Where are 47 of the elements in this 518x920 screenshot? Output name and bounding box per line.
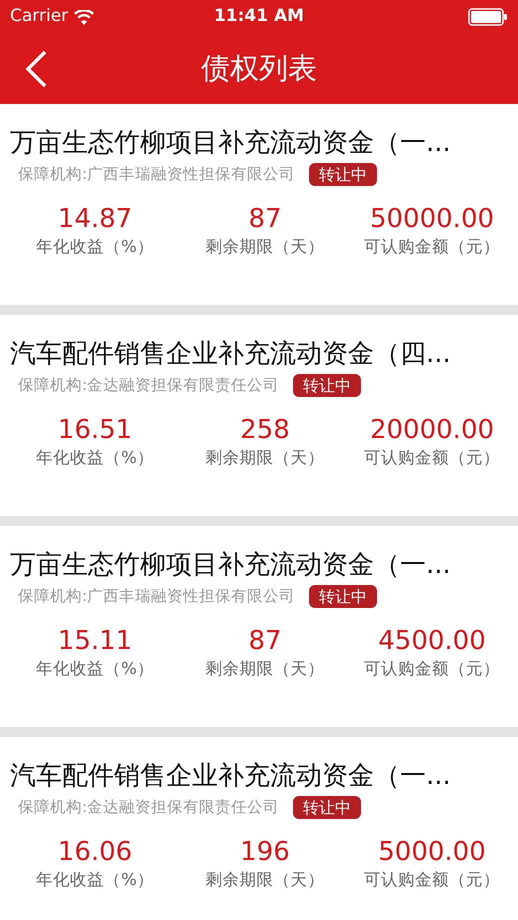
stat-value: 50000.00 [370,204,494,234]
stat-value: 258 [240,415,290,446]
loan-title: 汽车配件销售企业补充流动资金（一... [10,760,451,793]
stat-value: 87 [248,204,282,234]
guarantor-text: 保障机构:金达融资担保有限责任公司 [18,375,280,396]
stat-label: 可认购金额（元） [364,236,500,258]
stat-value: 4500.00 [378,626,486,656]
loan-card[interactable]: 万亩生态竹柳项目补充流动资金（一... 保障机构:广西丰瑞融资性担保有限公司 转让中 15.11 年化收益（%） 87 剩余期限（天） 4500.00 可认购金额（元） [0,526,518,727]
status-badge: 转让中 [293,374,362,398]
guarantor-text: 保障机构:金达融资担保有限责任公司 [18,797,280,818]
stat-label: 可认购金额（元） [364,869,500,892]
stat-label: 年化收益（%） [36,869,154,892]
stat-value: 14.87 [58,204,132,234]
stat-label: 剩余期限（天） [206,447,324,470]
status-badge: 转让中 [309,585,378,608]
status-badge: 转让中 [309,163,378,186]
loan-card[interactable]: 万亩生态竹柳项目补充流动资金（一... 保障机构:广西丰瑞融资性担保有限公司 转让中 14.87 年化收益（%） 87 剩余期限（天） 50000.00 可认购金额（元） [0,104,518,305]
stat-label: 剩余期限（天） [206,658,324,680]
stat-value: 16.51 [58,415,132,446]
carrier-label: Carrier [10,5,68,28]
stat-value: 20000.00 [370,415,494,446]
guarantor-text: 保障机构:广西丰瑞融资性担保有限公司 [18,164,296,185]
back-icon [24,50,48,88]
loan-card[interactable]: 汽车配件销售企业补充流动资金（四... 保障机构:金达融资担保有限责任公司 转让中 16.51 年化收益（%） 258 剩余期限（天） 20000.00 可认购金额（元） [0,315,518,516]
loan-title: 汽车配件销售企业补充流动资金（四... [10,338,451,371]
status-badge: 转让中 [293,796,362,820]
clock-time: 11:41 AM [214,5,304,28]
battery-icon [468,8,508,26]
loan-title: 万亩生态竹柳项目补充流动资金（一... [10,549,451,582]
stat-label: 年化收益（%） [36,447,154,470]
stat-value: 15.11 [58,626,132,656]
stat-label: 年化收益（%） [36,236,154,258]
stat-label: 剩余期限（天） [206,869,324,892]
stat-label: 年化收益（%） [36,658,154,680]
stat-label: 剩余期限（天） [206,236,324,258]
stat-label: 可认购金额（元） [364,447,500,470]
stat-value: 16.06 [58,837,132,868]
wifi-icon [74,10,94,24]
stat-value: 196 [240,837,290,868]
loan-card[interactable]: 汽车配件销售企业补充流动资金（一... 保障机构:金达融资担保有限责任公司 转让中 16.06 年化收益（%） 196 剩余期限（天） 5000.00 可认购金额（元） [0,737,518,920]
page-title: 债权列表 [201,50,317,88]
stat-value: 5000.00 [378,837,486,868]
back-button[interactable] [24,50,48,88]
guarantor-text: 保障机构:广西丰瑞融资性担保有限公司 [18,586,296,607]
loan-title: 万亩生态竹柳项目补充流动资金（一... [10,127,451,160]
stat-label: 可认购金额（元） [364,658,500,680]
stat-value: 87 [248,626,282,656]
